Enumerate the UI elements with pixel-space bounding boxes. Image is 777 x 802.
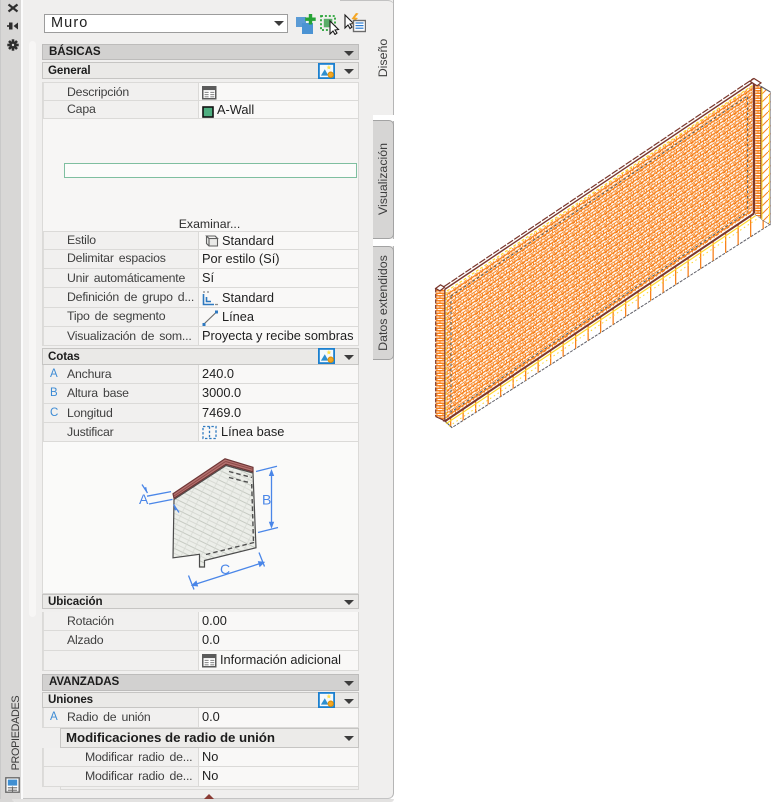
svg-text:C: C bbox=[220, 561, 230, 577]
svg-text:A: A bbox=[139, 491, 149, 507]
svg-text:B: B bbox=[262, 492, 271, 508]
